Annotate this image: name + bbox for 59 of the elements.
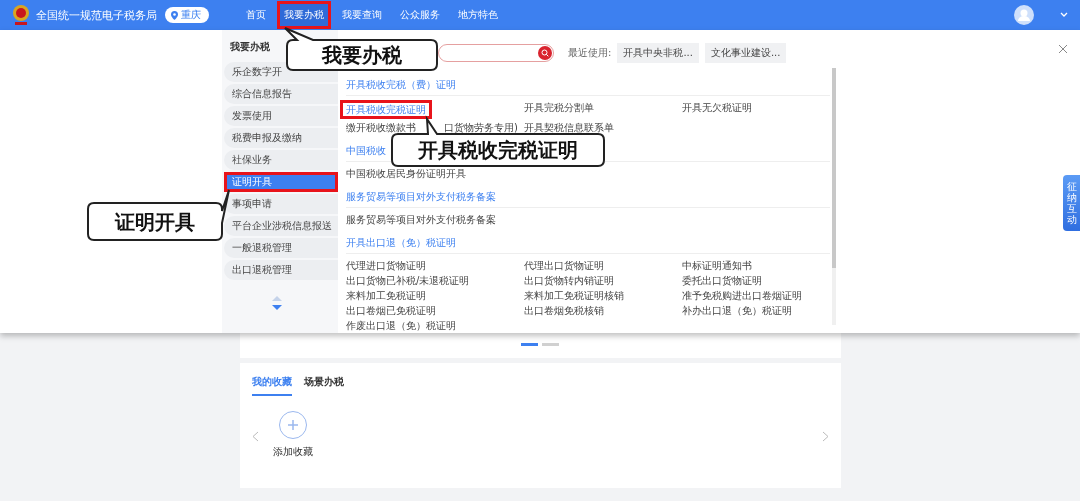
nav-tab[interactable]: 地方特色 [451,1,505,29]
category-item[interactable]: 出口退税管理 [224,260,338,280]
recent-chip[interactable]: 开具中央非税... [617,42,699,63]
emblem-icon [12,4,30,26]
service-link[interactable]: 委托出口货物证明 [678,273,766,288]
service-link[interactable]: 缴开税收缴款书 [342,120,420,135]
category-item[interactable]: 综合信息报告 [224,84,338,104]
category-item[interactable]: 社保业务 [224,150,338,170]
callout: 我要办税 [284,27,438,71]
avatar-icon[interactable] [1014,5,1034,25]
scrollbar[interactable] [832,68,836,325]
add-button[interactable] [278,411,307,439]
location-pill[interactable]: 重庆 [165,7,209,23]
category-item[interactable]: 证明开具 [224,172,338,192]
service-link[interactable]: 开具税收完税证明 [340,100,432,119]
close-icon[interactable] [1058,44,1068,54]
service-link[interactable]: 作废出口退（免）税证明 [342,318,460,333]
site-title: 全国统一规范电子税务局 [36,7,157,23]
service-link[interactable]: 出口卷烟已免税证明 [342,303,440,318]
search-icon[interactable] [538,45,552,60]
service-link[interactable]: 开具完税分割单 [520,100,598,120]
add-label: 添加收藏 [272,445,313,459]
category-item[interactable]: 发票使用 [224,106,338,126]
nav-tab[interactable]: 首页 [239,1,273,29]
service-link[interactable]: 中标证明通知书 [678,258,756,273]
category-item[interactable]: 事项申请 [224,194,338,214]
interaction-tab[interactable]: 征纳互动 [1063,175,1080,231]
service-link[interactable]: 出口卷烟免税核销 [520,303,608,318]
service-link[interactable]: 代理进口货物证明 [342,258,430,273]
service-link[interactable]: 补办出口退（免）税证明 [678,303,796,318]
service-link[interactable]: 服务贸易等项目对外支付税务备案 [342,212,500,227]
service-link[interactable]: 中国税收居民身份证明开具 [342,166,470,181]
service-link[interactable]: 开具无欠税证明 [678,100,756,120]
category-item[interactable]: 税费申报及缴纳 [224,128,338,148]
nav-tab[interactable]: 我要查询 [335,1,389,29]
pin-icon [171,10,178,20]
menu-title: 我要办税 [229,40,270,54]
service-link[interactable]: 出口货物转内销证明 [520,273,618,288]
caret-icon[interactable] [1060,12,1068,18]
service-link[interactable]: 代理出口货物证明 [520,258,608,273]
favorites-tab[interactable]: 场景办税 [303,375,344,396]
service-link[interactable]: 口货物劳务专用) [440,120,522,135]
service-link[interactable]: 出口货物已补税/未退税证明 [342,273,474,288]
favorites-tab[interactable]: 我的收藏 [251,375,292,396]
service-link[interactable]: 开具契税信息联系单 [520,120,618,135]
service-link[interactable]: 准予免税购进出口卷烟证明 [678,288,806,303]
section-heading: 开具出口退（免）税证明 [346,233,830,254]
nav-tab[interactable]: 我要办税 [277,1,331,29]
category-item[interactable]: 平台企业涉税信息报送 [224,216,338,236]
service-link[interactable]: 来料加工免税证明 [342,288,430,303]
recent-label: 最近使用: [568,45,612,60]
service-link[interactable]: 来料加工免税证明核销 [520,288,628,303]
section-heading: 服务贸易等项目对外支付税务备案 [346,187,830,208]
callout: 证明开具 [87,189,230,241]
nav-tab[interactable]: 公众服务 [393,1,447,29]
category-item[interactable]: 一般退税管理 [224,238,338,258]
section-heading: 开具税收完税（费）证明 [346,75,830,96]
recent-chip[interactable]: 文化事业建设... [704,42,787,63]
scroll-arrows-icon[interactable] [272,296,282,310]
